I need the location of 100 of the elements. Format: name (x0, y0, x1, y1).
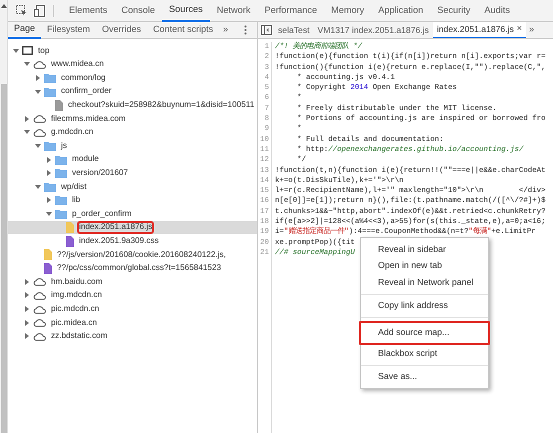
expanded-arrow-icon[interactable] (46, 210, 52, 217)
tree-item[interactable]: index.2051.a1876.js (8, 220, 257, 234)
cloud-icon (33, 114, 46, 124)
collapsed-arrow-icon[interactable] (46, 156, 52, 163)
navigator-tab[interactable]: Content scripts (147, 22, 220, 38)
expanded-arrow-icon[interactable] (13, 48, 19, 54)
tree-item-label: hm.baidu.com (51, 278, 102, 286)
cloud-icon (33, 60, 46, 69)
inspect-icon[interactable] (16, 5, 27, 16)
cloud-icon (33, 318, 46, 328)
panel-tab[interactable]: Security (430, 0, 478, 22)
file-tab[interactable]: index.2051.a1876.js × (432, 22, 526, 38)
script-file-icon (66, 222, 74, 234)
tree-item[interactable]: checkout?skuid=258982&buynum=1&disid=100511 (8, 98, 257, 112)
tree-item[interactable]: version/201607 (8, 166, 257, 180)
more-tabs-button[interactable]: » (526, 23, 538, 37)
tree-item[interactable]: confirm_order (8, 84, 257, 98)
cloud-icon (33, 332, 46, 341)
tree-item-label: common/log (61, 74, 106, 82)
expanded-arrow-icon[interactable] (24, 61, 30, 68)
menu-item[interactable]: Reveal in sidebar (361, 241, 488, 258)
collapsed-arrow-icon[interactable] (24, 306, 30, 312)
script-file-icon (44, 249, 52, 260)
stylesheet-file-icon (66, 236, 74, 247)
folder-icon (44, 72, 56, 83)
navigator-tab[interactable]: Filesystem (41, 22, 96, 38)
tree-item[interactable]: ??/js/version/201608/cookie.201608240122.js, (8, 248, 257, 262)
tree-item-label: wp/dist (61, 182, 86, 191)
tree-item-label: index.2051.9a309.css (79, 237, 159, 246)
panel-tab[interactable]: Performance (257, 0, 324, 22)
tree-item-label: checkout?skuid=258982&buynum=1&disid=100511 (68, 101, 254, 110)
tree-item[interactable]: filecmms.midea.com (8, 112, 257, 126)
tree-item-label: pic.mdcdn.cn (51, 304, 100, 314)
panel-tab[interactable]: Console (114, 0, 162, 22)
folder-icon (55, 195, 67, 206)
tree-item[interactable]: module (8, 152, 257, 166)
cloud-icon (33, 304, 46, 314)
file-tab[interactable]: selaTest (274, 22, 314, 38)
tree-item[interactable]: pic.mdcdn.cn (8, 302, 257, 316)
navigator-tab[interactable]: Page (8, 22, 42, 38)
panel-tab[interactable]: Audits (477, 0, 517, 22)
expanded-arrow-icon[interactable] (35, 142, 41, 149)
menu-item[interactable]: Blackbox script (361, 345, 488, 362)
panel-tab[interactable]: Elements (62, 0, 114, 22)
folder-icon (44, 86, 56, 97)
menu-item[interactable]: Open in new tab (361, 258, 488, 274)
device-icon[interactable] (34, 4, 45, 16)
tree-item[interactable]: hm.baidu.com (8, 275, 257, 289)
panel-tab[interactable]: Network (210, 0, 258, 22)
close-tab-button[interactable]: × (516, 22, 522, 36)
more-tabs-button[interactable]: » (219, 23, 232, 37)
folder-icon (44, 182, 56, 192)
tree-item[interactable]: p_order_confirm (8, 207, 257, 221)
tree-item-label: zz.bdstatic.com (51, 332, 108, 340)
collapsed-arrow-icon[interactable] (46, 170, 52, 176)
cloud-icon (33, 128, 46, 137)
collapsed-arrow-icon[interactable] (24, 333, 30, 340)
toggle-sidebar-icon[interactable] (261, 25, 272, 35)
scroll-up-icon[interactable] (0, 4, 6, 8)
file-tab[interactable]: VM1317 index.2051.a1876.js (314, 22, 433, 38)
panel-tab[interactable]: Memory (324, 0, 372, 22)
tree-item[interactable]: img.mdcdn.cn (8, 288, 257, 302)
collapsed-arrow-icon[interactable] (46, 197, 52, 204)
tree-item[interactable]: g.mdcdn.cn (8, 126, 257, 140)
tree-item[interactable]: index.2051.9a309.css (8, 234, 257, 248)
cloud-icon (33, 290, 46, 300)
tree-item-label: p_order_confirm (72, 210, 132, 218)
panel-tab[interactable]: Application (371, 0, 430, 22)
menu-item[interactable]: Add source map... (359, 321, 490, 345)
scrollbar-thumb[interactable] (0, 84, 6, 433)
menu-item[interactable]: Save as... (361, 368, 488, 385)
collapsed-arrow-icon[interactable] (24, 116, 30, 122)
menu-item[interactable]: Copy link address (361, 298, 488, 314)
more-options-icon[interactable] (244, 25, 247, 35)
collapsed-arrow-icon[interactable] (35, 74, 41, 81)
collapsed-arrow-icon[interactable] (24, 320, 30, 326)
scrollbar[interactable] (0, 0, 8, 433)
navigator-tab[interactable]: Overrides (96, 22, 148, 38)
tree-item[interactable]: pic.midea.cn (8, 316, 257, 330)
tree-item[interactable]: js (8, 139, 257, 153)
collapsed-arrow-icon[interactable] (24, 292, 30, 298)
tree-item-label: pic.midea.cn (51, 318, 97, 327)
tree-item[interactable]: wp/dist (8, 180, 257, 194)
expanded-arrow-icon[interactable] (24, 129, 30, 136)
tree-item[interactable]: common/log (8, 71, 257, 85)
cloud-icon (33, 277, 46, 286)
folder-icon (55, 168, 67, 178)
tree-item[interactable]: top (8, 44, 257, 58)
frame-icon (22, 46, 33, 56)
collapsed-arrow-icon[interactable] (24, 278, 30, 285)
tree-item[interactable]: lib (8, 194, 257, 208)
tree-item-label: index.2051.a1876.js (79, 223, 152, 232)
tree-item[interactable]: ??/pc/css/common/global.css?t=1565841523 (8, 262, 257, 276)
expanded-arrow-icon[interactable] (35, 184, 41, 190)
expanded-arrow-icon[interactable] (35, 88, 41, 95)
tree-item[interactable]: zz.bdstatic.com (8, 329, 257, 344)
menu-item[interactable]: Reveal in Network panel (361, 274, 488, 290)
tree-item[interactable]: www.midea.cn (8, 58, 257, 72)
tree-item-label: confirm_order (61, 87, 112, 96)
tree-item-label: img.mdcdn.cn (51, 291, 102, 300)
